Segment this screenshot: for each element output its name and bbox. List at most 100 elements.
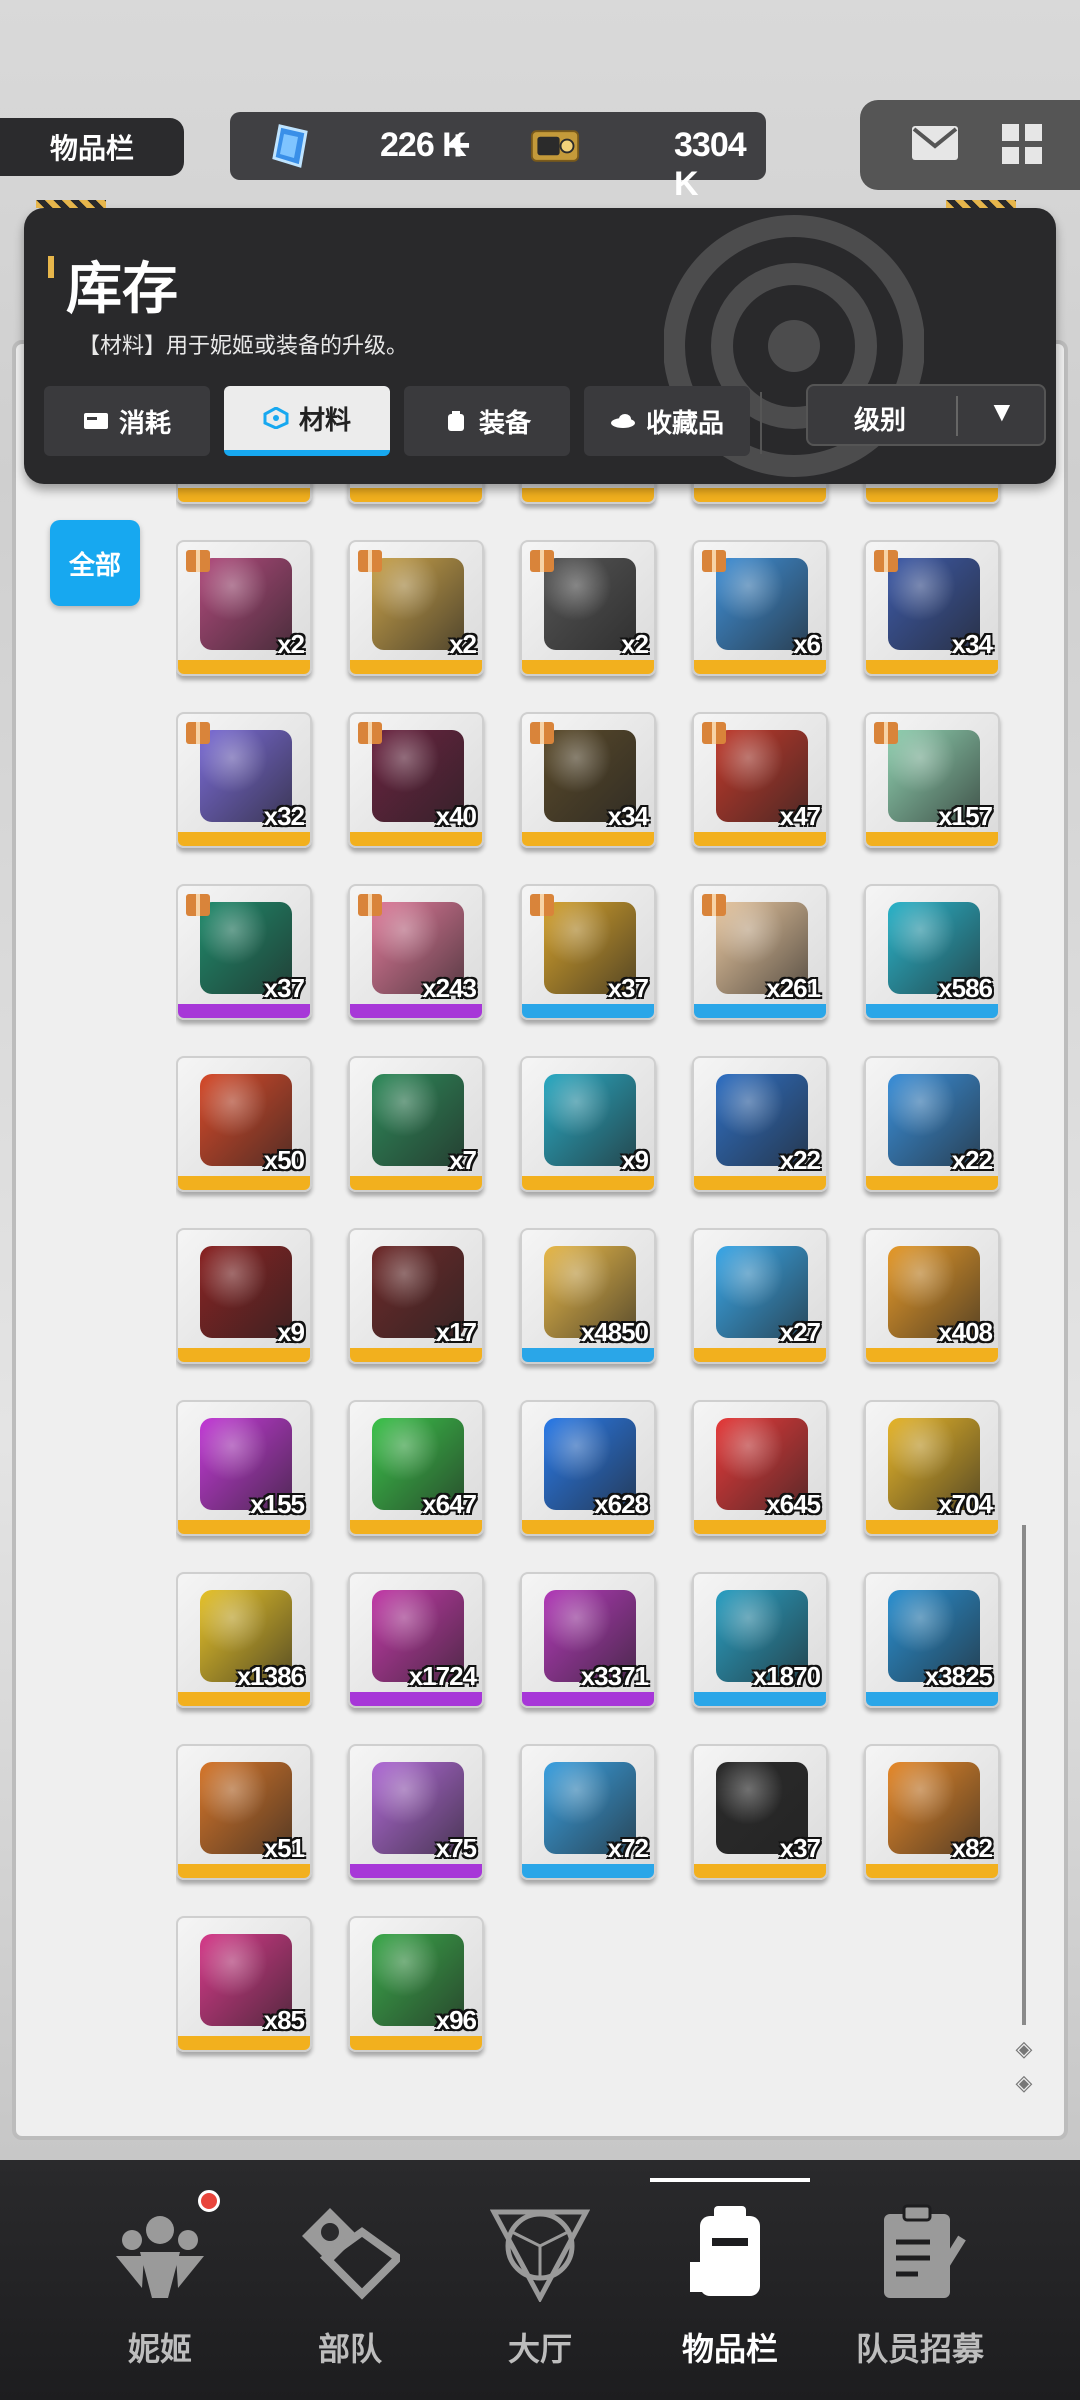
inventory-item[interactable]: x628	[520, 1400, 656, 1536]
inventory-item[interactable]: x1724	[348, 1572, 484, 1708]
inventory-item[interactable]: x3371	[520, 1572, 656, 1708]
rarity-bar	[866, 1520, 998, 1534]
rarity-bar	[522, 832, 654, 846]
title-accent	[48, 256, 54, 278]
inventory-item[interactable]: x22	[692, 1056, 828, 1192]
nav-recruit[interactable]: 队员招募	[830, 2188, 1010, 2378]
mail-icon[interactable]	[910, 122, 960, 166]
inventory-item[interactable]: x155	[176, 1400, 312, 1536]
item-quantity: x586	[938, 973, 993, 1003]
item-quantity: x157	[938, 801, 993, 831]
inventory-item[interactable]: x51	[176, 1744, 312, 1880]
inventory-item[interactable]: x22	[864, 1056, 1000, 1192]
inventory-item[interactable]: x704	[864, 1400, 1000, 1536]
add-gems-button[interactable]: +	[438, 118, 478, 174]
inventory-item[interactable]: x37	[176, 884, 312, 1020]
nav-label: 大厅	[507, 2331, 572, 2367]
nav-lobby[interactable]: 大厅	[450, 2188, 630, 2378]
rarity-bar	[178, 2036, 310, 2050]
top-right-panel	[860, 100, 1080, 190]
item-quantity: x37	[779, 1833, 821, 1863]
inventory-item[interactable]: x1870	[692, 1572, 828, 1708]
item-quantity: x4850	[580, 1317, 649, 1347]
inventory-item[interactable]: x4850	[520, 1228, 656, 1364]
tab-consumable[interactable]: 消耗	[44, 386, 210, 456]
inventory-item[interactable]: x157	[864, 712, 1000, 848]
inventory-item[interactable]: x34	[520, 712, 656, 848]
inventory-item[interactable]: x75	[348, 1744, 484, 1880]
rarity-bar	[866, 1176, 998, 1190]
rarity-bar	[350, 1004, 482, 1018]
inventory-item[interactable]: x9	[520, 1056, 656, 1192]
item-quantity: x22	[951, 1145, 993, 1175]
rarity-bar	[694, 660, 826, 674]
inventory-item[interactable]: x85	[176, 1916, 312, 2052]
inventory-item[interactable]: x37	[520, 884, 656, 1020]
rarity-bar	[350, 1692, 482, 1706]
inventory-item[interactable]: x96	[348, 1916, 484, 2052]
inventory-item[interactable]: x7	[348, 1056, 484, 1192]
item-quantity: x34	[951, 629, 993, 659]
item-quantity: x40	[435, 801, 477, 831]
tab-material[interactable]: 材料	[224, 386, 390, 456]
inventory-item[interactable]: x586	[864, 884, 1000, 1020]
rarity-bar	[178, 832, 310, 846]
inventory-item[interactable]: x3825	[864, 1572, 1000, 1708]
scrollbar[interactable]	[1022, 1525, 1026, 2025]
inventory-item[interactable]: x2	[348, 540, 484, 676]
inventory-item[interactable]: x34	[864, 540, 1000, 676]
rarity-bar	[350, 1520, 482, 1534]
sort-dropdown[interactable]: 级别 ▼	[806, 384, 1046, 446]
rarity-bar	[694, 1520, 826, 1534]
rarity-bar	[350, 660, 482, 674]
filter-all-button[interactable]: 全部	[50, 520, 140, 606]
inventory-item[interactable]: x2	[520, 540, 656, 676]
currency-bar: 226 K + 3304 K	[230, 112, 766, 203]
inventory-item[interactable]: x6	[692, 540, 828, 676]
inventory-item[interactable]: x408	[864, 1228, 1000, 1364]
rarity-bar	[866, 1692, 998, 1706]
consumable-icon	[83, 413, 108, 429]
inventory-item[interactable]: x243	[348, 884, 484, 1020]
inventory-item[interactable]: x82	[864, 1744, 1000, 1880]
inventory-item[interactable]: x9	[176, 1228, 312, 1364]
item-quantity: x7	[449, 1145, 477, 1175]
tab-equipment[interactable]: 装备	[404, 386, 570, 456]
inventory-item[interactable]: x50	[176, 1056, 312, 1192]
rarity-bar	[178, 1176, 310, 1190]
inventory-item[interactable]: x27	[692, 1228, 828, 1364]
inventory-item[interactable]: x2	[176, 540, 312, 676]
scrollbar-thumb[interactable]	[1022, 1525, 1026, 2025]
rarity-bar	[694, 1348, 826, 1362]
menu-grid-icon[interactable]	[1000, 122, 1044, 166]
inventory-item[interactable]: x32	[176, 712, 312, 848]
tab-label: 收藏品	[645, 407, 724, 438]
inventory-item[interactable]: x40	[348, 712, 484, 848]
item-quantity: x2	[621, 629, 649, 659]
nav-squad[interactable]: 部队	[260, 2188, 440, 2378]
nav-inventory[interactable]: 物品栏	[640, 2178, 820, 2378]
nav-label: 部队	[317, 2331, 382, 2367]
tab-collection[interactable]: 收藏品	[584, 386, 750, 456]
inventory-item[interactable]: x47	[692, 712, 828, 848]
gift-icon	[186, 722, 210, 744]
lobby-icon	[490, 2209, 590, 2302]
inventory-item[interactable]: x17	[348, 1228, 484, 1364]
rarity-bar	[694, 1864, 826, 1878]
credit-count: 3304 K	[674, 126, 747, 203]
equipment-icon	[447, 411, 464, 431]
gift-icon	[874, 550, 898, 572]
inventory-item[interactable]: x647	[348, 1400, 484, 1536]
nav-nikke[interactable]: 妮姬	[70, 2188, 250, 2378]
inventory-item[interactable]: x37	[692, 1744, 828, 1880]
gift-icon	[874, 722, 898, 744]
rarity-bar	[866, 1864, 998, 1878]
collection-icon	[610, 414, 635, 428]
stripe-decoration	[36, 200, 106, 208]
item-quantity: x37	[607, 973, 649, 1003]
header-title: 库存	[66, 257, 178, 320]
inventory-item[interactable]: x261	[692, 884, 828, 1020]
inventory-item[interactable]: x645	[692, 1400, 828, 1536]
inventory-item[interactable]: x1386	[176, 1572, 312, 1708]
inventory-item[interactable]: x72	[520, 1744, 656, 1880]
